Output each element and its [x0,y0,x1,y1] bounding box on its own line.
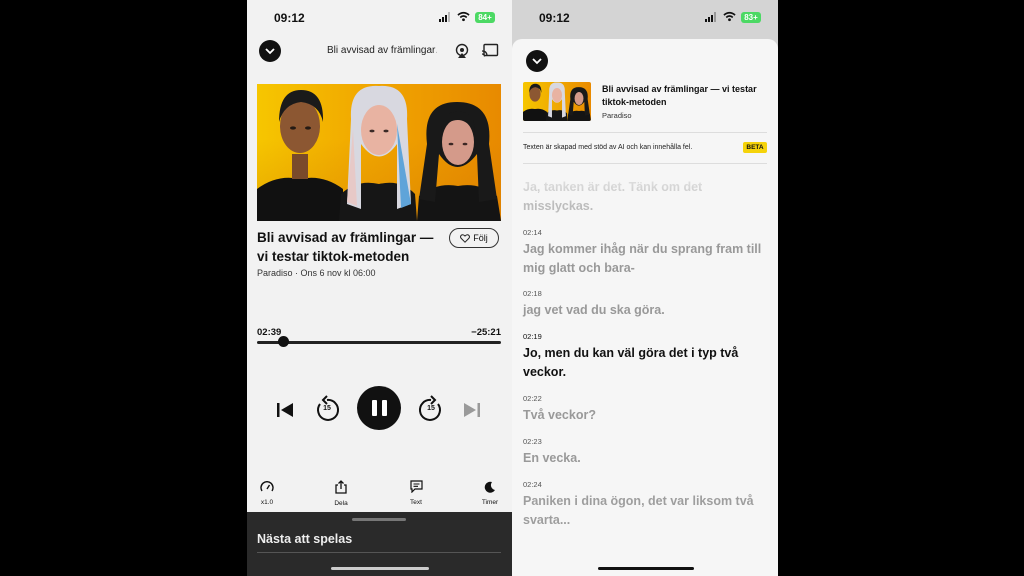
episode-title: Bli avvisad av främlingar — vi testar ti… [257,230,434,264]
skip-forward-seconds: 15 [427,405,435,412]
speed-label: x1.0 [260,499,274,506]
segment-timestamp: 02:18 [523,289,542,298]
pause-icon [371,400,377,416]
chevron-down-icon [265,47,275,54]
timer-label: Timer [481,499,499,506]
segment-text: Två veckor? [523,408,596,422]
segment-timestamp: 02:23 [523,437,542,446]
episode-meta: Paradiso · Ons 6 nov kl 06:00 [257,268,376,278]
follow-button[interactable]: Följ [449,228,499,248]
home-indicator[interactable] [331,567,429,570]
transcript-segment[interactable]: 02:19 Jo, men du kan väl göra det i typ t… [523,332,763,382]
share-icon [335,480,347,494]
moon-icon [484,481,495,493]
status-time: 09:12 [539,11,570,25]
segment-timestamp: 02:22 [523,394,542,403]
airplay-audio-icon[interactable] [454,43,470,59]
collapse-player-button[interactable] [259,40,281,62]
previous-track-icon[interactable] [276,402,294,418]
pause-button[interactable] [357,386,401,430]
ai-disclaimer: Texten är skapad med stöd av AI och kan … [523,144,693,151]
episode-artwork [257,84,501,221]
cellular-signal-icon [705,12,716,22]
divider [523,163,767,164]
divider [257,552,501,553]
up-next-panel[interactable]: Nästa att spelas [247,512,512,576]
episode-thumbnail [523,82,591,121]
speedometer-icon [260,481,274,492]
up-next-label: Nästa att spelas [257,532,353,546]
transcript-segment[interactable]: 02:14 Jag kommer ihåg när du sprang fram … [523,228,763,278]
follow-label: Följ [473,233,488,243]
cast-icon[interactable] [481,43,499,58]
segment-timestamp: 02:24 [523,480,542,489]
elapsed-time: 02:39 [257,327,282,338]
status-bar: 09:12 83+ [512,0,778,36]
progress-track[interactable] [257,341,501,344]
artwork-people-illustration [257,85,501,221]
wifi-icon [457,11,470,22]
header-title: Bli avvisad av främlingar… [327,45,437,56]
wifi-icon [723,11,736,22]
beta-badge: BETA [743,142,767,153]
segment-text: En vecka. [523,451,581,465]
heart-icon [460,233,471,243]
transcript-segment[interactable]: 02:23 En vecka. [523,437,763,468]
segment-timestamp: 02:14 [523,228,542,237]
cellular-signal-icon [439,12,450,22]
progress-scrubber[interactable] [278,336,290,347]
skip-forward-button[interactable]: 15 [418,395,444,425]
remaining-time: −25:21 [471,327,501,338]
chevron-down-icon [532,57,542,64]
transcript-episode-title: Bli avvisad av främlingar — vi testar ti… [602,84,757,107]
panel-grabber[interactable] [352,518,406,521]
player-screen: 09:12 84+ Bli avvisad av främlingar… Bli… [247,0,512,576]
segment-timestamp: 02:19 [523,332,542,341]
skip-back-button[interactable]: 15 [314,395,340,425]
battery-indicator: 84+ [475,12,495,23]
transcript-text-button[interactable]: Text [396,480,436,506]
share-label: Dela [334,500,348,507]
skip-back-seconds: 15 [323,405,331,412]
transcript-segment[interactable]: 02:22 Två veckor? [523,394,763,425]
status-time: 09:12 [274,11,305,25]
sleep-timer-button[interactable]: Timer [470,480,510,506]
transcript-icon [409,480,423,494]
next-track-icon[interactable] [463,402,481,418]
transcript-sheet: Bli avvisad av främlingar — vi testar ti… [512,39,778,576]
transcript-screen: 09:12 83+ Bli avvisad av främlingar — vi… [512,0,778,576]
divider [523,132,767,133]
segment-text: Jag kommer ihåg när du sprang fram till … [523,242,762,275]
home-indicator[interactable] [598,567,694,570]
playback-speed-button[interactable]: x1.0 [247,480,287,506]
transcript-segment[interactable]: 02:18 jag vet vad du ska göra. [523,289,763,320]
segment-text: Jo, men du kan väl göra det i typ två ve… [523,346,739,379]
segment-text: Paniken i dina ögon, det var liksom två … [523,494,754,527]
battery-indicator: 83+ [741,12,761,23]
share-button[interactable]: Dela [321,480,361,507]
close-transcript-button[interactable] [526,50,548,72]
status-bar: 09:12 84+ [247,0,512,36]
text-label: Text [410,499,422,506]
transcript-fade [512,165,778,205]
thumbnail-people-illustration [523,82,591,121]
transcript-segment[interactable]: 02:24 Paniken i dina ögon, det var liksom… [523,480,763,530]
transcript-podcast-name: Paradiso [602,111,632,120]
pause-icon-bar [381,400,387,416]
segment-text: jag vet vad du ska göra. [523,303,665,317]
